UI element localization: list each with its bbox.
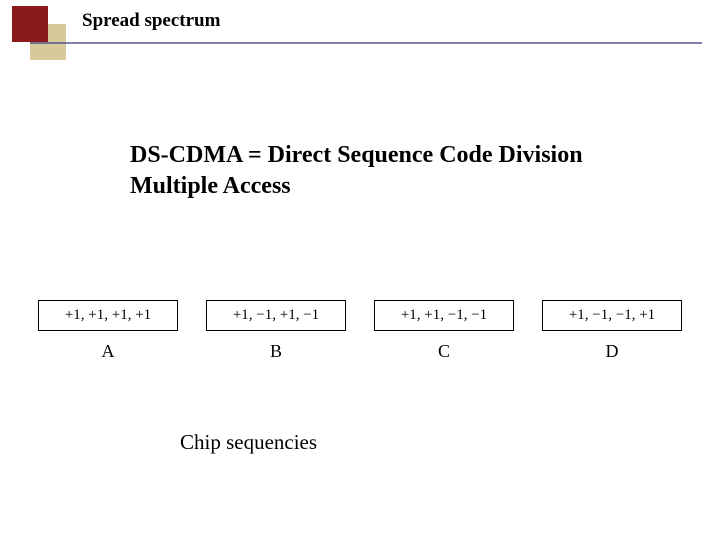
- chip-col-c: +1, +1, −1, −1 C: [374, 300, 514, 362]
- chip-col-d: +1, −1, −1, +1 D: [542, 300, 682, 362]
- chip-box: +1, +1, −1, −1: [374, 300, 514, 331]
- chip-sequences-row: +1, +1, +1, +1 A +1, −1, +1, −1 B +1, +1…: [20, 300, 700, 362]
- chip-label: C: [438, 341, 450, 362]
- main-heading: DS-CDMA = Direct Sequence Code Division …: [130, 140, 610, 202]
- chip-col-a: +1, +1, +1, +1 A: [38, 300, 178, 362]
- chip-label: A: [102, 341, 115, 362]
- chip-label: B: [270, 341, 282, 362]
- header-divider: [30, 42, 702, 44]
- chip-box: +1, −1, −1, +1: [542, 300, 682, 331]
- chip-col-b: +1, −1, +1, −1 B: [206, 300, 346, 362]
- decorative-red-square: [12, 6, 48, 42]
- chip-box: +1, +1, +1, +1: [38, 300, 178, 331]
- chip-label: D: [606, 341, 619, 362]
- caption-text: Chip sequencies: [180, 430, 317, 455]
- slide-header: Spread spectrum: [0, 0, 720, 50]
- slide-title: Spread spectrum: [82, 10, 220, 32]
- chip-box: +1, −1, +1, −1: [206, 300, 346, 331]
